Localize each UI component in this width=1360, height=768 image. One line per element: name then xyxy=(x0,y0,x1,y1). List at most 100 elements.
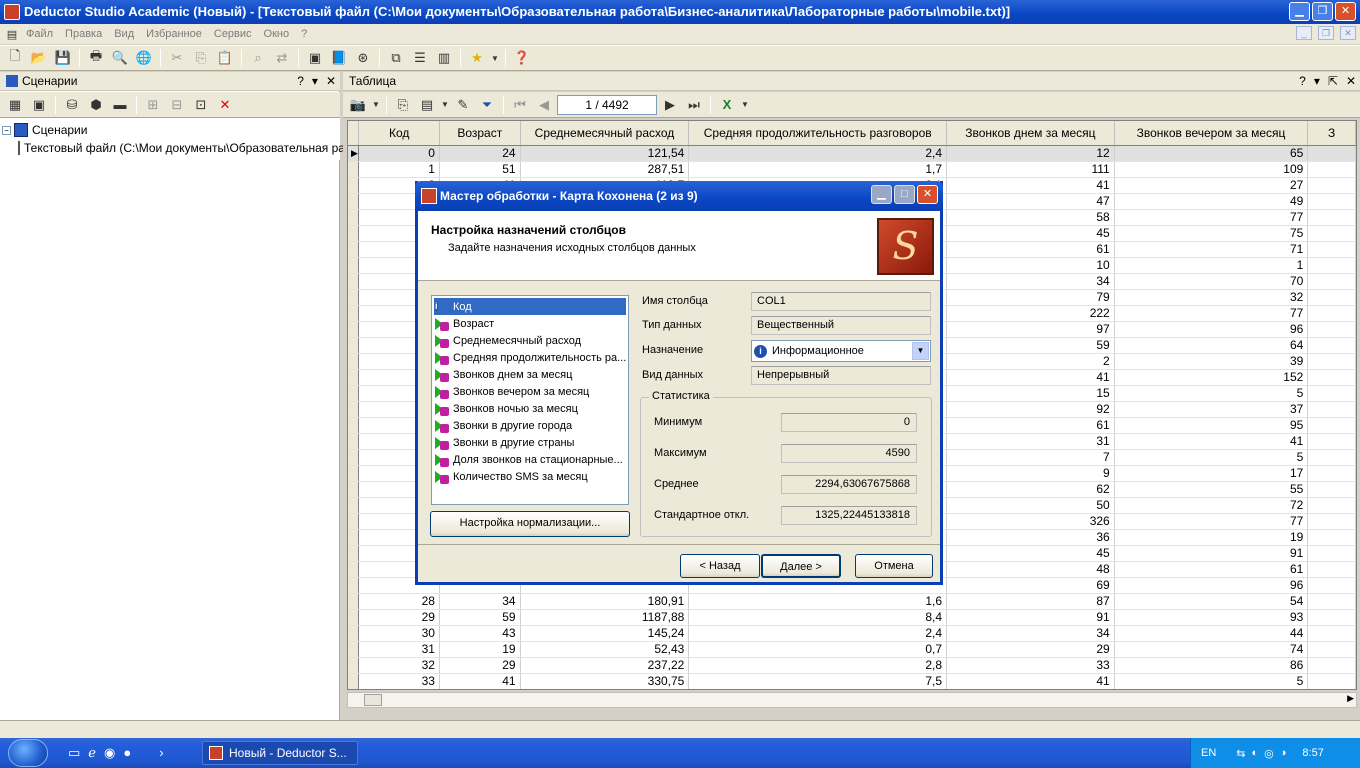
filter-icon[interactable]: ⏷ xyxy=(476,94,498,116)
table-cell[interactable] xyxy=(1307,657,1356,674)
clock[interactable]: 8:57 xyxy=(1302,747,1323,759)
table-cell[interactable]: 109 xyxy=(1114,161,1309,178)
columns-icon[interactable]: ▤ xyxy=(416,94,438,116)
table-cell[interactable]: 19 xyxy=(1114,529,1309,546)
table-cell[interactable]: 54 xyxy=(1114,593,1309,610)
table-cell[interactable] xyxy=(1307,337,1356,354)
table-cell[interactable]: 34 xyxy=(946,625,1115,642)
table-cell[interactable]: 58 xyxy=(946,209,1115,226)
table-cell[interactable]: 44 xyxy=(1114,625,1309,642)
new-icon[interactable]: 🗋 xyxy=(4,47,26,69)
desktop-icon[interactable]: ▭ xyxy=(68,745,80,761)
print-icon[interactable]: 🖶 xyxy=(85,47,107,69)
favorites-star-icon[interactable]: ★ xyxy=(466,47,488,69)
table-cell[interactable] xyxy=(1307,209,1356,226)
table-row[interactable]: 29 59 1187,88 8,4 91 93 xyxy=(348,609,1356,626)
table-cell[interactable] xyxy=(1307,641,1356,658)
table-cell[interactable]: 111 xyxy=(946,161,1115,178)
table-cell[interactable]: 72 xyxy=(1114,497,1309,514)
table-cell[interactable] xyxy=(1307,369,1356,386)
row-indicator[interactable] xyxy=(348,433,360,450)
dialog-maximize-button[interactable]: □ xyxy=(894,185,915,204)
table-cell[interactable]: 33 xyxy=(358,673,440,689)
row-indicator[interactable] xyxy=(348,257,360,274)
firefox-icon[interactable]: ● xyxy=(123,745,131,761)
table-row[interactable]: 28 34 180,91 1,6 87 54 xyxy=(348,593,1356,610)
copy-table-icon[interactable]: ⎘ xyxy=(392,94,414,116)
menu-edit[interactable]: Правка xyxy=(59,24,108,44)
row-indicator[interactable] xyxy=(348,561,360,578)
table-cell[interactable]: 91 xyxy=(946,609,1115,626)
table-cell[interactable]: 77 xyxy=(1114,209,1309,226)
next-page-icon[interactable]: ▶ xyxy=(659,94,681,116)
mdi-minimize-button[interactable]: _ xyxy=(1296,26,1312,40)
mdi-close-button[interactable]: ✕ xyxy=(1340,26,1356,40)
table-cell[interactable]: 12 xyxy=(946,145,1115,162)
horizontal-scrollbar[interactable]: ▶ xyxy=(347,692,1357,708)
table-cell[interactable] xyxy=(1307,529,1356,546)
quick-view-icon[interactable]: ✎ xyxy=(452,94,474,116)
help-icon[interactable]: ❓ xyxy=(511,47,533,69)
tree-move-down-icon[interactable]: ⊟ xyxy=(166,94,188,116)
table-cell[interactable]: 5 xyxy=(1114,385,1309,402)
column-next-header[interactable]: З xyxy=(1307,121,1356,146)
row-indicator[interactable] xyxy=(348,385,360,402)
preview-icon[interactable]: 🔍 xyxy=(109,47,131,69)
column-list-item[interactable]: Звонки в другие страны xyxy=(434,434,626,451)
table-row[interactable]: 30 43 145,24 2,4 34 44 xyxy=(348,625,1356,642)
table-cell[interactable]: 34 xyxy=(946,273,1115,290)
table-cell[interactable]: 77 xyxy=(1114,305,1309,322)
table-cell[interactable]: 17 xyxy=(1114,465,1309,482)
menu-window[interactable]: Окно xyxy=(258,24,296,44)
table-cell[interactable]: 33 xyxy=(946,657,1115,674)
column-code-header[interactable]: Код xyxy=(358,121,440,146)
paste-icon[interactable]: 📋 xyxy=(214,47,236,69)
table-cell[interactable] xyxy=(1307,625,1356,642)
table-cell[interactable]: 41 xyxy=(439,673,521,689)
table-cell[interactable]: 34 xyxy=(439,593,521,610)
table-cell[interactable] xyxy=(1307,465,1356,482)
row-indicator[interactable] xyxy=(348,225,360,242)
table-cell[interactable]: 1 xyxy=(358,161,440,178)
row-indicator[interactable] xyxy=(348,161,360,178)
row-indicator[interactable] xyxy=(348,289,360,306)
table-cell[interactable]: 37 xyxy=(1114,401,1309,418)
table-cell[interactable]: 326 xyxy=(946,513,1115,530)
panel-close-icon[interactable]: ✕ xyxy=(1346,72,1356,91)
panel-help-icon[interactable]: ? xyxy=(297,72,304,91)
update-icon[interactable]: ◎ xyxy=(1264,747,1274,760)
table-cell[interactable]: 50 xyxy=(946,497,1115,514)
table-cell[interactable] xyxy=(1307,177,1356,194)
table-cell[interactable]: 145,24 xyxy=(520,625,690,642)
row-indicator[interactable] xyxy=(348,401,360,418)
table-cell[interactable]: 2 xyxy=(946,353,1115,370)
purpose-select[interactable]: i Информационное ▼ xyxy=(751,340,931,362)
row-indicator[interactable] xyxy=(348,273,360,290)
table-cell[interactable]: 71 xyxy=(1114,241,1309,258)
table-cell[interactable]: 86 xyxy=(1114,657,1309,674)
table-cell[interactable]: 287,51 xyxy=(520,161,690,178)
table-cell[interactable]: 45 xyxy=(946,545,1115,562)
tree-node-textfile[interactable]: Текстовый файл (C:\Мои документы\Образов… xyxy=(2,139,663,157)
table-cell[interactable]: 95 xyxy=(1114,417,1309,434)
network-icon[interactable]: ⇆ xyxy=(1236,747,1245,760)
row-indicator[interactable] xyxy=(348,369,360,386)
table-cell[interactable]: 55 xyxy=(1114,481,1309,498)
table-cell[interactable] xyxy=(1307,305,1356,322)
row-indicator[interactable] xyxy=(348,609,360,626)
table-cell[interactable]: 0 xyxy=(358,145,440,162)
table-cell[interactable]: 61 xyxy=(946,417,1115,434)
column-list-item[interactable]: Среднемесячный расход xyxy=(434,332,626,349)
camera-icon[interactable]: 📷 xyxy=(347,94,369,116)
process-icon[interactable]: ⬢ xyxy=(85,94,107,116)
table-cell[interactable] xyxy=(1307,609,1356,626)
row-indicator[interactable] xyxy=(348,177,360,194)
menu-view[interactable]: Вид xyxy=(108,24,140,44)
table-cell[interactable]: 87 xyxy=(946,593,1115,610)
table-cell[interactable] xyxy=(1307,449,1356,466)
table-cell[interactable]: 41 xyxy=(946,177,1115,194)
table-cell[interactable]: 30 xyxy=(358,625,440,642)
column-list-item[interactable]: Количество SMS за месяц xyxy=(434,468,626,485)
table-cell[interactable]: 77 xyxy=(1114,513,1309,530)
table-cell[interactable]: 47 xyxy=(946,193,1115,210)
